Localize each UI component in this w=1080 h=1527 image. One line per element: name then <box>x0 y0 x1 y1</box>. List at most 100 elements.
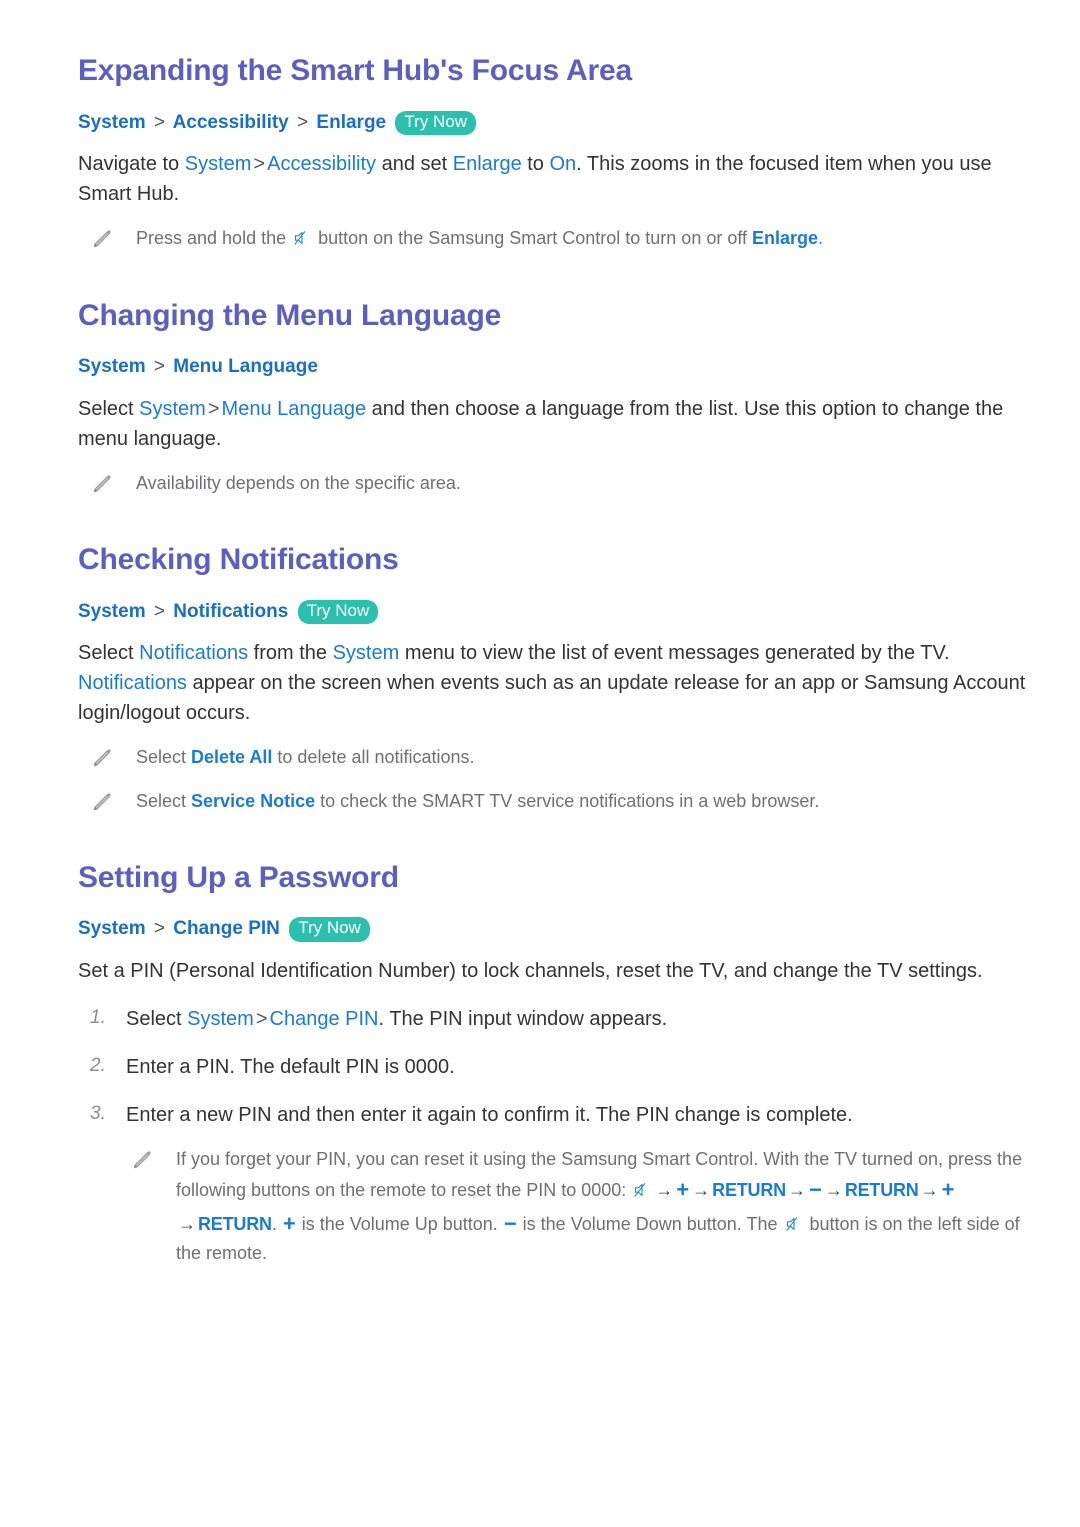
try-now-badge[interactable]: Try Now <box>297 599 379 624</box>
note-item: Select Delete All to delete all notifica… <box>78 744 1032 771</box>
pencil-icon <box>90 472 114 496</box>
note-text-part: Select <box>136 747 192 768</box>
note-text-part: Press and hold the <box>136 228 292 249</box>
breadcrumb: System > Notifications Try Now <box>78 599 1032 625</box>
inline-separator: > <box>255 1008 268 1030</box>
inline-link-delete-all[interactable]: Delete All <box>191 747 272 767</box>
arrow-icon: → <box>920 1180 939 1201</box>
note-text-part: . <box>818 228 824 249</box>
inline-link-notifications[interactable]: Notifications <box>139 642 248 664</box>
note-text: Availability depends on the specific are… <box>136 472 461 493</box>
inline-link-system[interactable]: System <box>139 398 206 420</box>
breadcrumb: System > Accessibility > Enlarge Try Now <box>78 110 1032 136</box>
inline-separator: > <box>207 397 220 420</box>
breadcrumb-item-change-pin[interactable]: Change PIN <box>173 918 280 939</box>
breadcrumb-separator: > <box>153 356 165 377</box>
paragraph-text: from the <box>248 642 333 665</box>
inline-link-enlarge[interactable]: Enlarge <box>752 228 818 248</box>
inline-link-enlarge[interactable]: Enlarge <box>453 153 522 175</box>
list-item: 2. Enter a PIN. The default PIN is 0000. <box>78 1052 1032 1082</box>
section-setting-up-password: Setting Up a Password System > Change PI… <box>78 859 1032 1268</box>
page-title: Expanding the Smart Hub's Focus Area <box>78 54 632 87</box>
inline-separator: > <box>253 153 266 176</box>
breadcrumb-separator: > <box>297 111 309 133</box>
section-checking-notifications: Checking Notifications System > Notifica… <box>78 541 1032 815</box>
breadcrumb-item-system[interactable]: System <box>78 112 146 133</box>
mute-icon <box>293 227 311 246</box>
pencil-icon <box>130 1148 154 1172</box>
return-key-label: RETURN <box>844 1180 919 1201</box>
pencil-icon <box>90 227 114 251</box>
paragraph-text: Select <box>78 642 140 665</box>
step-number: 3. <box>90 1103 106 1124</box>
note-text: If you forget your PIN, you can reset it… <box>176 1146 1032 1268</box>
section-paragraph: Select System > Menu Language and then cho… <box>78 394 1032 454</box>
list-item: 3. Enter a new PIN and then enter it agai… <box>78 1100 1032 1130</box>
document-page: Expanding the Smart Hub's Focus Area Sys… <box>0 0 1080 1527</box>
inline-link-accessibility[interactable]: Accessibility <box>267 153 376 175</box>
try-now-badge[interactable]: Try Now <box>289 917 370 942</box>
note-text-part: is the Volume Down button. The <box>517 1213 783 1234</box>
arrow-icon: → <box>178 1213 196 1234</box>
section-heading: Setting Up a Password <box>78 860 399 894</box>
section-paragraph: Set a PIN (Personal Identification Numbe… <box>78 960 983 982</box>
inline-link-system[interactable]: System <box>333 642 400 664</box>
step-text: Select <box>126 1008 188 1030</box>
try-now-badge[interactable]: Try Now <box>395 110 477 135</box>
note-item: Select Service Notice to check the SMART… <box>78 788 1032 815</box>
steps-list: 1. Select System > Change PIN. The PIN inpu… <box>78 1004 1032 1130</box>
pencil-icon <box>90 790 114 814</box>
note-item: Press and hold the button on the Samsung… <box>78 225 1032 252</box>
inline-link-notifications[interactable]: Notifications <box>78 672 187 694</box>
note-text-part: to check the SMART TV service notificati… <box>315 790 820 811</box>
arrow-icon: → <box>692 1180 711 1201</box>
breadcrumb-item-notifications[interactable]: Notifications <box>173 601 288 622</box>
section-expanding-focus-area: Expanding the Smart Hub's Focus Area Sys… <box>78 52 1032 253</box>
step-text: . The PIN input window appears. <box>378 1008 668 1030</box>
volume-up-icon: + <box>941 1177 955 1203</box>
paragraph-text: appear on the screen when events such as… <box>78 672 1026 725</box>
inline-link-on[interactable]: On <box>549 153 576 175</box>
step-number: 2. <box>90 1055 106 1076</box>
paragraph-text: menu to view the list of event messages … <box>399 642 950 665</box>
mute-icon <box>633 1179 651 1198</box>
note-text: Press and hold the button on the Samsung… <box>136 225 823 252</box>
section-changing-menu-language: Changing the Menu Language System > Menu… <box>78 297 1032 498</box>
arrow-icon: → <box>655 1180 674 1201</box>
note-text-part: is the Volume Up button. <box>296 1213 503 1234</box>
return-key-label: RETURN <box>198 1213 272 1234</box>
note-text: Select Delete All to delete all notifica… <box>136 744 475 771</box>
step-text: Enter a PIN. The default PIN is 0000. <box>126 1056 455 1078</box>
breadcrumb-item-menu-language[interactable]: Menu Language <box>173 356 318 377</box>
breadcrumb-item-accessibility[interactable]: Accessibility <box>173 112 289 133</box>
mute-icon <box>785 1213 803 1231</box>
volume-up-icon: + <box>282 1210 296 1236</box>
paragraph-text: to <box>521 153 550 176</box>
breadcrumb-item-system[interactable]: System <box>78 601 146 622</box>
inline-link-change-pin[interactable]: Change PIN <box>270 1008 379 1030</box>
volume-down-icon: − <box>808 1177 822 1203</box>
return-key-label: RETURN <box>712 1180 786 1201</box>
breadcrumb-separator: > <box>153 600 165 622</box>
section-paragraph: Navigate to System > Accessibility and set… <box>78 149 1032 209</box>
breadcrumb: System > Change PIN Try Now <box>78 916 1032 942</box>
volume-up-icon: + <box>676 1177 690 1203</box>
section-heading: Checking Notifications <box>78 543 399 576</box>
inline-link-service-notice[interactable]: Service Notice <box>191 791 315 811</box>
note-text: Select Service Notice to check the SMART… <box>136 788 819 815</box>
inline-link-system[interactable]: System <box>185 153 252 175</box>
paragraph-text: Select <box>78 397 140 420</box>
arrow-icon: → <box>824 1180 843 1201</box>
inline-link-system[interactable]: System <box>187 1008 254 1030</box>
breadcrumb-item-system[interactable]: System <box>78 356 146 377</box>
note-text-part: button on the Samsung Smart Control to t… <box>313 228 753 249</box>
pencil-icon <box>90 746 114 770</box>
arrow-icon: → <box>787 1180 806 1201</box>
breadcrumb-item-enlarge[interactable]: Enlarge <box>316 112 386 133</box>
section-paragraph: Select Notifications from the System men… <box>78 638 1032 728</box>
inline-link-menu-language[interactable]: Menu Language <box>222 398 367 420</box>
note-text-part: Select <box>136 790 192 811</box>
breadcrumb-separator: > <box>153 111 165 133</box>
breadcrumb-separator: > <box>153 918 165 940</box>
breadcrumb-item-system[interactable]: System <box>78 918 146 939</box>
